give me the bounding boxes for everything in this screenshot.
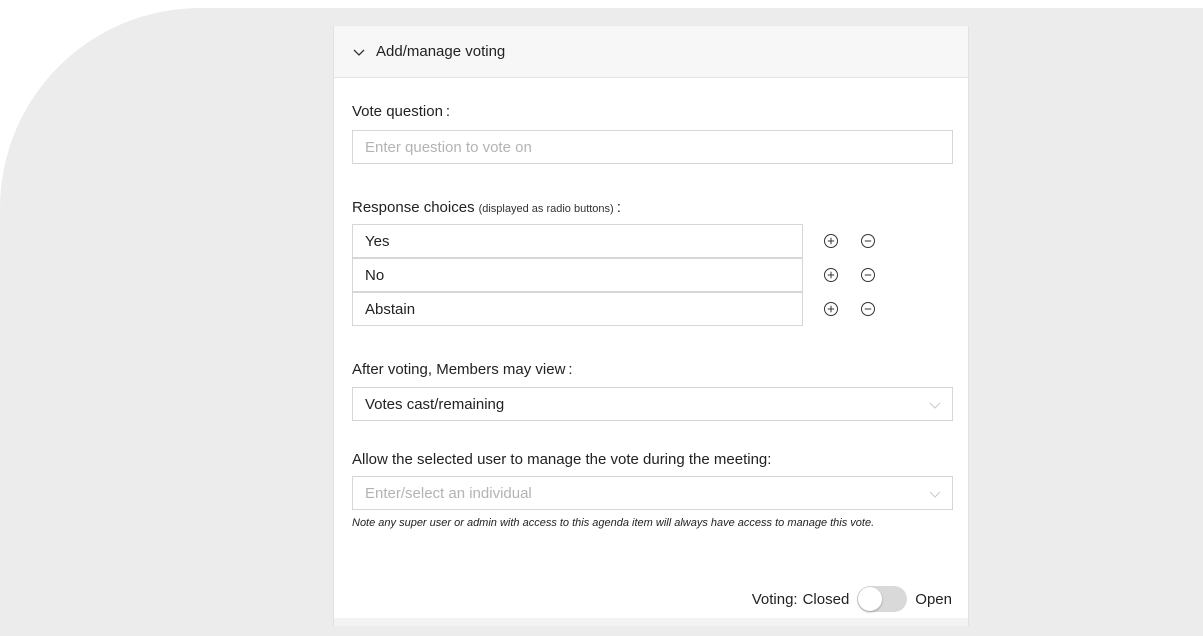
manager-select[interactable]: Enter/select an individual	[352, 476, 953, 510]
response-choices-label: Response choices (displayed as radio butt…	[352, 199, 621, 216]
chevron-down-icon	[928, 487, 942, 501]
chevron-down-icon	[928, 398, 942, 412]
response-choice-value: No	[365, 266, 385, 284]
plus-circle-icon[interactable]	[823, 267, 839, 283]
vote-question-label: Vote question:	[352, 103, 450, 120]
voting-toggle-row: Voting: Closed Open	[752, 586, 952, 612]
after-voting-label-text: After voting, Members may view	[352, 361, 566, 378]
response-choice-input[interactable]: Yes	[352, 224, 803, 258]
plus-circle-icon[interactable]	[823, 233, 839, 249]
section-header[interactable]: Add/manage voting	[334, 26, 968, 78]
toggle-knob	[858, 587, 883, 611]
vote-question-colon: :	[445, 103, 451, 120]
minus-circle-icon[interactable]	[860, 233, 876, 249]
voting-toggle[interactable]	[857, 586, 908, 612]
manager-placeholder: Enter/select an individual	[365, 484, 532, 502]
after-voting-colon: :	[568, 361, 573, 378]
panel-footer	[334, 618, 968, 626]
voting-open-label: Open	[915, 590, 952, 608]
vote-question-input[interactable]: Enter question to vote on	[352, 130, 953, 164]
vote-question-label-text: Vote question	[352, 103, 443, 120]
section-title: Add/manage voting	[376, 43, 506, 60]
after-voting-label: After voting, Members may view:	[352, 361, 573, 378]
after-voting-select[interactable]: Votes cast/remaining	[352, 387, 953, 421]
minus-circle-icon[interactable]	[860, 301, 876, 317]
chevron-down-icon[interactable]	[352, 45, 366, 59]
response-choices-colon: :	[616, 199, 621, 216]
minus-circle-icon[interactable]	[860, 267, 876, 283]
vote-question-placeholder: Enter question to vote on	[365, 138, 532, 156]
response-choices-hint: (displayed as radio buttons)	[478, 203, 614, 215]
voting-panel: Add/manage voting Vote question: Enter q…	[333, 26, 969, 626]
after-voting-selected-value: Votes cast/remaining	[365, 395, 505, 413]
manager-note: Note any super user or admin with access…	[352, 517, 875, 529]
response-choice-value: Abstain	[365, 300, 416, 318]
response-choices-label-text: Response choices	[352, 199, 475, 216]
response-choice-input[interactable]: Abstain	[352, 292, 803, 326]
manager-label: Allow the selected user to manage the vo…	[352, 451, 772, 468]
response-choice-value: Yes	[365, 232, 390, 250]
voting-label: Voting:	[751, 590, 798, 608]
response-choice-input[interactable]: No	[352, 258, 803, 292]
plus-circle-icon[interactable]	[823, 301, 839, 317]
voting-closed-label: Closed	[802, 590, 850, 608]
